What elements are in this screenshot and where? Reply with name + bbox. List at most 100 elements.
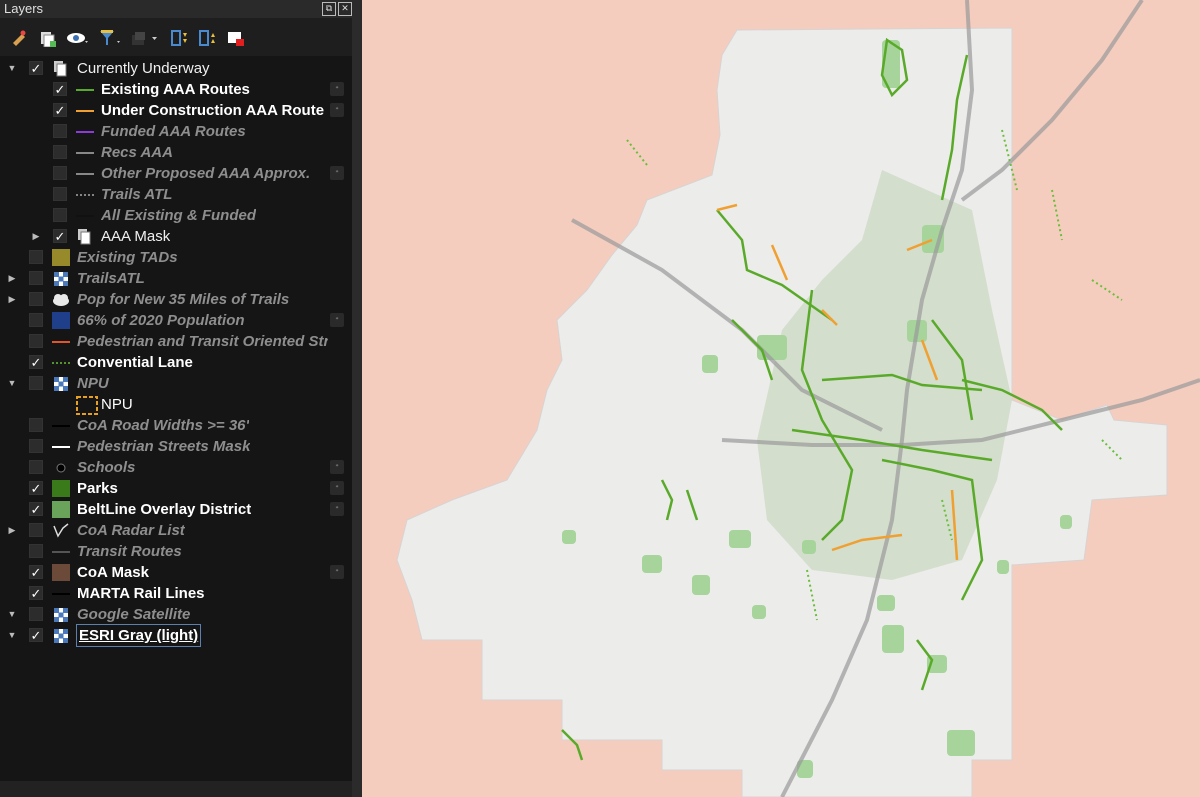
layer-row-pedestrian-streets-mask[interactable]: Pedestrian Streets Mask <box>0 436 352 457</box>
layer-row-coa-mask[interactable]: ✓ CoA Mask ᐩ <box>0 562 352 583</box>
raster-icon <box>52 270 70 287</box>
layer-row-schools[interactable]: Schools ᐩ <box>0 457 352 478</box>
layer-filter-icon[interactable]: ᐩ <box>330 166 344 180</box>
layer-row-recs-aaa[interactable]: Recs AAA <box>0 142 352 163</box>
layer-label: All Existing & Funded <box>101 207 257 224</box>
layer-visibility-checkbox[interactable] <box>29 292 43 306</box>
layer-visibility-checkbox[interactable]: ✓ <box>29 565 43 579</box>
layer-visibility-checkbox[interactable] <box>29 460 43 474</box>
layer-row-beltline-overlay-district[interactable]: ✓ BeltLine Overlay District ᐩ <box>0 499 352 520</box>
layer-visibility-checkbox[interactable]: ✓ <box>29 502 43 516</box>
layer-visibility-checkbox[interactable]: ✓ <box>29 481 43 495</box>
layer-row-transit-routes[interactable]: Transit Routes <box>0 541 352 562</box>
layer-row-convential-lane[interactable]: ✓ Convential Lane <box>0 352 352 373</box>
layer-row-funded-aaa-routes[interactable]: Funded AAA Routes <box>0 121 352 142</box>
layer-row-npu[interactable]: ▼ NPU <box>0 373 352 394</box>
collapse-all-icon[interactable] <box>198 29 216 47</box>
collapsed-arrow-icon[interactable]: ▶ <box>7 268 17 289</box>
layer-filter-icon[interactable]: ᐩ <box>330 103 344 117</box>
park <box>1060 515 1072 529</box>
float-panel-icon[interactable]: ⧉ <box>322 2 336 16</box>
layer-visibility-checkbox[interactable] <box>53 187 67 201</box>
park <box>642 555 662 573</box>
close-panel-icon[interactable]: ✕ <box>338 2 352 16</box>
layer-row-under-construction-aaa-route[interactable]: ✓ Under Construction AAA Route ᐩ <box>0 100 352 121</box>
layer-label: 66% of 2020 Population <box>77 312 245 329</box>
layer-visibility-checkbox[interactable] <box>29 439 43 453</box>
layer-row-npu-legend[interactable]: NPU <box>0 394 352 415</box>
layer-visibility-checkbox[interactable] <box>29 250 43 264</box>
filter-legend-icon[interactable] <box>98 29 122 47</box>
layer-row-aaa-mask[interactable]: ▶ ✓ AAA Mask <box>0 226 352 247</box>
layer-visibility-checkbox[interactable] <box>29 271 43 285</box>
layer-visibility-checkbox[interactable] <box>53 124 67 138</box>
layer-visibility-checkbox[interactable]: ✓ <box>53 103 67 117</box>
layer-row-pedestrian-and-transit-oriented-stre[interactable]: Pedestrian and Transit Oriented Stre <box>0 331 352 352</box>
layer-visibility-checkbox[interactable] <box>29 313 43 327</box>
panel-splitter[interactable] <box>352 0 362 797</box>
layer-row-parks[interactable]: ✓ Parks ᐩ <box>0 478 352 499</box>
layer-filter-icon[interactable]: ᐩ <box>330 82 344 96</box>
layer-row-marta-rail-lines[interactable]: ✓ MARTA Rail Lines <box>0 583 352 604</box>
layer-symbol-line <box>52 543 70 560</box>
layer-visibility-checkbox[interactable] <box>29 544 43 558</box>
group-icon <box>52 60 70 77</box>
layer-tree: ▼ ✓ Currently Underway ✓ Existing AAA Routes… <box>0 56 352 781</box>
layer-visibility-checkbox[interactable]: ✓ <box>53 229 67 243</box>
layer-row-esri-gray-light[interactable]: ▼ ✓ ESRI Gray (light) <box>0 624 352 647</box>
layer-row-currently-underway[interactable]: ▼ ✓ Currently Underway <box>0 58 352 79</box>
layer-visibility-checkbox[interactable] <box>29 607 43 621</box>
style-manager-icon[interactable] <box>10 29 28 47</box>
layer-visibility-checkbox[interactable]: ✓ <box>53 82 67 96</box>
map-canvas[interactable] <box>362 0 1200 797</box>
layer-row-existing-tads[interactable]: Existing TADs <box>0 247 352 268</box>
layer-filter-icon[interactable]: ᐩ <box>330 565 344 579</box>
add-group-icon[interactable] <box>38 29 56 47</box>
expanded-arrow-icon[interactable]: ▼ <box>7 373 17 394</box>
layer-symbol-dot <box>52 459 70 476</box>
layer-visibility-checkbox[interactable] <box>29 418 43 432</box>
layer-visibility-checkbox[interactable]: ✓ <box>29 586 43 600</box>
visibility-icon[interactable] <box>66 29 90 47</box>
layer-label: Schools <box>77 459 136 476</box>
layer-symbol-line <box>52 438 70 455</box>
map-svg[interactable] <box>362 0 1200 797</box>
layer-visibility-checkbox[interactable] <box>53 145 67 159</box>
expanded-arrow-icon[interactable]: ▼ <box>7 604 17 625</box>
layer-row-other-proposed-aaa-approx[interactable]: Other Proposed AAA Approx. ᐩ <box>0 163 352 184</box>
layer-visibility-checkbox[interactable] <box>53 166 67 180</box>
layer-label: Under Construction AAA Route <box>101 102 325 119</box>
remove-layer-icon[interactable] <box>226 29 244 47</box>
collapsed-arrow-icon[interactable]: ▶ <box>31 226 41 247</box>
layer-visibility-checkbox[interactable] <box>29 523 43 537</box>
layer-row-trailsatl[interactable]: ▶ TrailsATL <box>0 268 352 289</box>
layer-filter-icon[interactable]: ᐩ <box>330 481 344 495</box>
collapsed-arrow-icon[interactable]: ▶ <box>7 289 17 310</box>
layer-visibility-checkbox[interactable] <box>53 208 67 222</box>
layer-visibility-checkbox[interactable]: ✓ <box>29 628 43 642</box>
horizontal-scrollbar[interactable] <box>0 781 352 797</box>
layer-row-google-satellite[interactable]: ▼ Google Satellite <box>0 604 352 625</box>
layer-visibility-checkbox[interactable]: ✓ <box>29 61 43 75</box>
layer-row-66-of-2020-population[interactable]: 66% of 2020 Population ᐩ <box>0 310 352 331</box>
layer-filter-icon[interactable]: ᐩ <box>330 460 344 474</box>
layer-visibility-checkbox[interactable]: ✓ <box>29 355 43 369</box>
layer-row-all-existing-funded[interactable]: All Existing & Funded <box>0 205 352 226</box>
layer-filter-icon[interactable]: ᐩ <box>330 313 344 327</box>
expanded-arrow-icon[interactable]: ▼ <box>7 58 17 79</box>
layer-label: Currently Underway <box>77 60 210 77</box>
layer-row-existing-aaa-routes[interactable]: ✓ Existing AAA Routes ᐩ <box>0 79 352 100</box>
layer-filter-icon[interactable]: ᐩ <box>330 502 344 516</box>
layer-row-trails-atl[interactable]: Trails ATL <box>0 184 352 205</box>
layer-row-coa-road-widths-36[interactable]: CoA Road Widths >= 36' <box>0 415 352 436</box>
expand-all-icon[interactable] <box>170 29 188 47</box>
layer-visibility-checkbox[interactable] <box>29 376 43 390</box>
expanded-arrow-icon[interactable]: ▼ <box>7 625 17 646</box>
filter-expression-icon[interactable] <box>130 29 160 47</box>
layer-visibility-checkbox[interactable] <box>29 334 43 348</box>
layer-row-coa-radar-list[interactable]: ▶ CoA Radar List <box>0 520 352 541</box>
layer-row-pop-for-new-35-miles-of-trails[interactable]: ▶ Pop for New 35 Miles of Trails <box>0 289 352 310</box>
park <box>877 595 895 611</box>
layer-label: Transit Routes <box>77 543 182 560</box>
collapsed-arrow-icon[interactable]: ▶ <box>7 520 17 541</box>
